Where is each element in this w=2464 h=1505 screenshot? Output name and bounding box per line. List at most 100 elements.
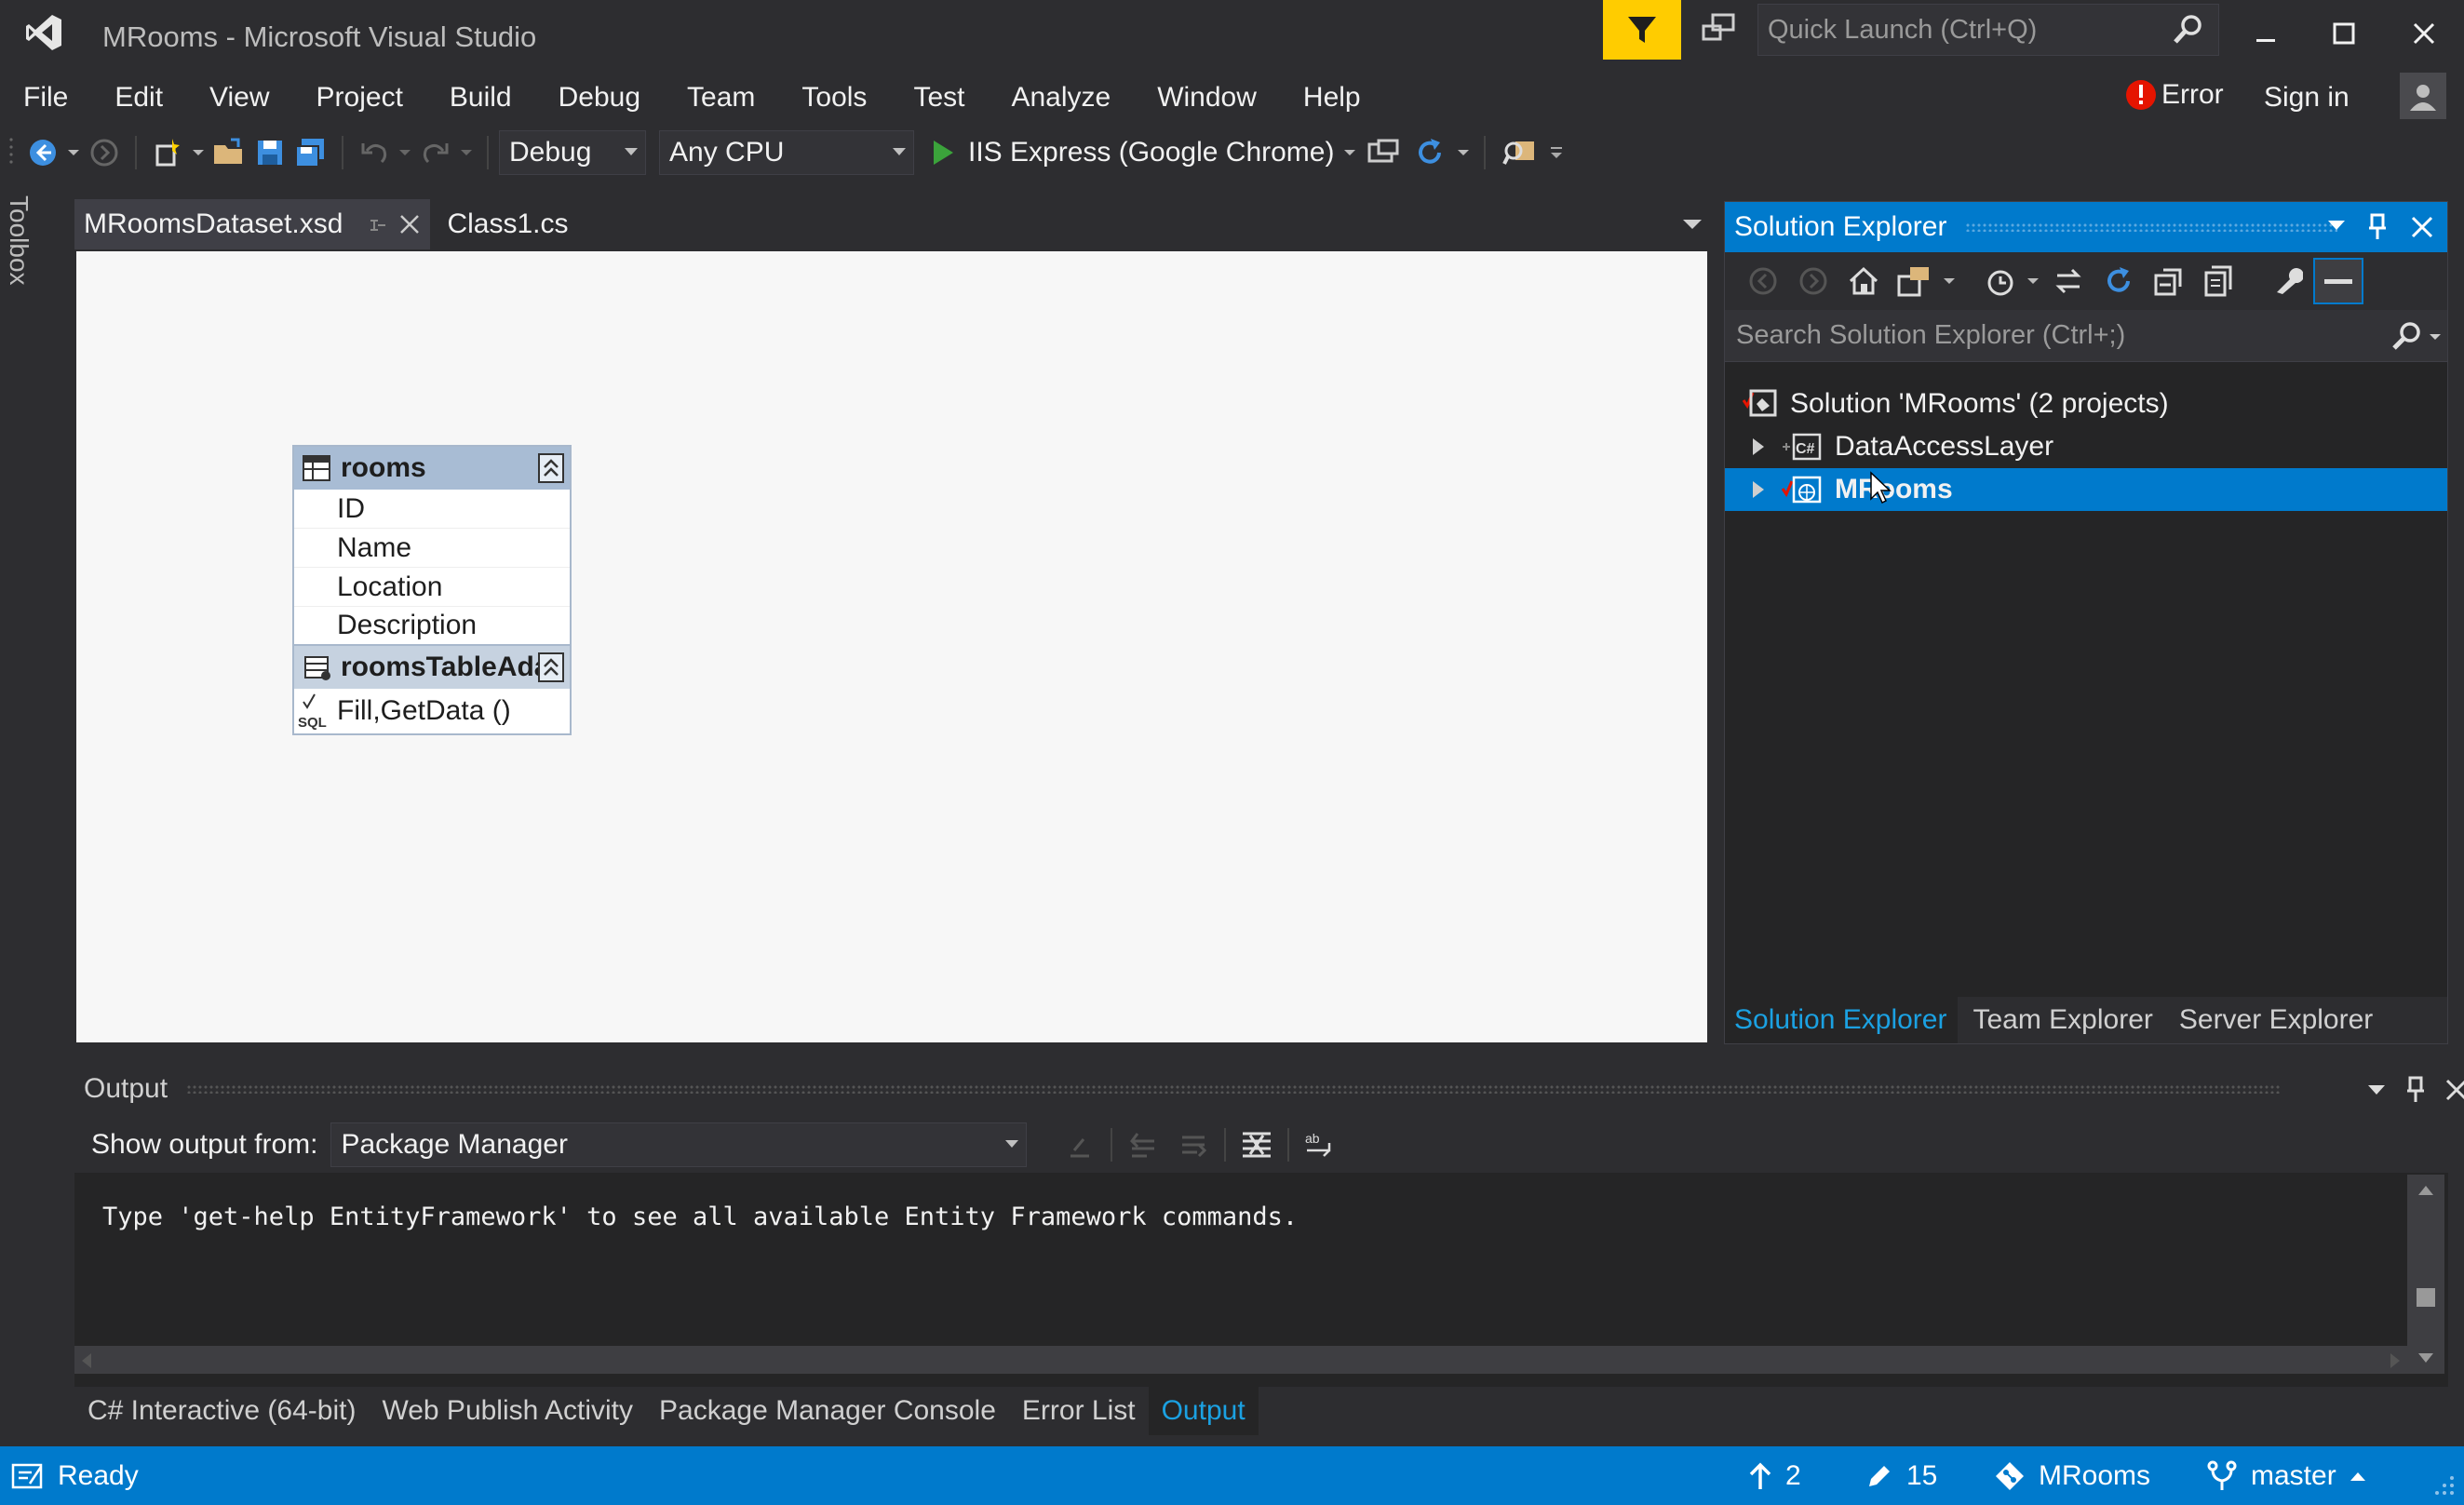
scrollbar-thumb[interactable] <box>2417 1288 2435 1307</box>
run-target-dropdown[interactable] <box>1340 127 1360 179</box>
back-button[interactable] <box>22 127 63 179</box>
solution-configuration-select[interactable]: Debug <box>499 130 646 175</box>
tree-item-solution[interactable]: Solution 'MRooms' (2 projects) <box>1725 383 2447 425</box>
menu-tools[interactable]: Tools <box>778 74 890 121</box>
filter-dropdown[interactable] <box>2023 255 2043 307</box>
account-icon[interactable] <box>2400 73 2446 119</box>
undo-dropdown[interactable] <box>395 127 415 179</box>
datatable-rooms[interactable]: rooms ID Name Location Description rooms… <box>292 445 572 735</box>
notifications-filter-button[interactable] <box>1603 0 1681 60</box>
menu-team[interactable]: Team <box>664 74 778 121</box>
chevron-down-icon[interactable] <box>1683 220 1702 229</box>
close-icon[interactable] <box>2410 215 2434 239</box>
switch-views-dropdown[interactable] <box>1939 255 1959 307</box>
tree-item-dataaccesslayer[interactable]: C# DataAccessLayer <box>1725 425 2447 468</box>
close-icon[interactable] <box>398 213 421 235</box>
toolbox-tab[interactable]: Toolbox <box>4 195 34 286</box>
toolbar-options[interactable] <box>1542 127 1570 179</box>
pin-icon[interactable] <box>2403 1076 2428 1104</box>
show-all-files-button[interactable] <box>2194 255 2244 307</box>
menu-edit[interactable]: Edit <box>91 74 186 121</box>
new-project-button[interactable] <box>147 127 188 179</box>
open-file-button[interactable] <box>209 127 249 179</box>
next-message-button[interactable] <box>1168 1119 1219 1171</box>
pin-icon[interactable] <box>365 213 387 235</box>
tab-server-explorer[interactable]: Server Explorer <box>2164 997 2384 1043</box>
pending-changes[interactable]: 15 <box>1865 1446 1937 1505</box>
switch-views-button[interactable] <box>1889 255 1939 307</box>
solution-platform-select[interactable]: Any CPU <box>659 130 914 175</box>
previous-message-button[interactable] <box>1118 1119 1168 1171</box>
new-project-dropdown[interactable] <box>188 127 209 179</box>
sync-with-document-button[interactable] <box>2043 255 2094 307</box>
close-window-button[interactable] <box>2396 13 2452 54</box>
menu-build[interactable]: Build <box>426 74 535 121</box>
se-back-button[interactable] <box>1738 255 1788 307</box>
menu-debug[interactable]: Debug <box>535 74 664 121</box>
output-horizontal-scrollbar[interactable] <box>74 1346 2407 1374</box>
tab-csharp-interactive[interactable]: C# Interactive (64-bit) <box>74 1387 369 1435</box>
start-debugging-button[interactable]: IIS Express (Google Chrome) <box>925 127 1340 179</box>
maximize-button[interactable] <box>2316 13 2372 54</box>
output-vertical-scrollbar[interactable] <box>2407 1175 2444 1374</box>
menu-file[interactable]: File <box>0 74 91 121</box>
tableadapter-header[interactable]: roomsTableAda <box>294 646 570 689</box>
unpushed-commits[interactable]: 2 <box>1748 1446 1801 1505</box>
save-button[interactable] <box>249 127 290 179</box>
menu-help[interactable]: Help <box>1280 74 1384 121</box>
close-icon[interactable] <box>2444 1078 2464 1102</box>
browser-link-button[interactable] <box>1360 127 1407 179</box>
datatable-column[interactable]: ID <box>294 490 570 529</box>
tab-solution-explorer[interactable]: Solution Explorer <box>1725 997 1959 1043</box>
tree-item-mrooms[interactable]: MRooms <box>1725 468 2447 511</box>
toggle-word-wrap-button[interactable]: ab <box>1295 1119 1345 1171</box>
expand-arrow-icon[interactable] <box>1753 481 1764 498</box>
find-message-in-code-button[interactable] <box>1055 1119 1105 1171</box>
resize-grip-icon[interactable] <box>2433 1474 2456 1497</box>
quick-launch-input[interactable]: Quick Launch (Ctrl+Q) <box>1757 4 2219 56</box>
collapse-button[interactable] <box>538 652 564 682</box>
menu-view[interactable]: View <box>186 74 292 121</box>
menu-test[interactable]: Test <box>890 74 988 121</box>
pin-icon[interactable] <box>2365 213 2390 241</box>
solution-explorer-search-input[interactable]: Search Solution Explorer (Ctrl+;) <box>1725 310 2447 362</box>
preview-selected-items-button[interactable] <box>2313 258 2363 304</box>
refresh-browser-button[interactable] <box>1407 127 1453 179</box>
tab-mroomsdataset-xsd[interactable]: MRoomsDataset.xsd <box>74 199 431 249</box>
error-indicator[interactable]: Error <box>2124 78 2224 112</box>
home-button[interactable] <box>1838 255 1889 307</box>
sign-in-link[interactable]: Sign in <box>2264 82 2350 114</box>
find-in-files-button[interactable] <box>1496 127 1542 179</box>
minimize-button[interactable] <box>2238 13 2294 54</box>
back-dropdown[interactable] <box>63 127 84 179</box>
datatable-column[interactable]: Location <box>294 568 570 607</box>
datatable-column[interactable]: Description <box>294 607 570 646</box>
properties-button[interactable] <box>2263 255 2313 307</box>
tableadapter-query[interactable]: SQL Fill,GetData () <box>294 689 570 733</box>
menu-analyze[interactable]: Analyze <box>988 74 1134 121</box>
tab-team-explorer[interactable]: Team Explorer <box>1958 997 2163 1043</box>
tab-web-publish-activity[interactable]: Web Publish Activity <box>369 1387 646 1435</box>
branch-selector[interactable]: master <box>2206 1446 2366 1505</box>
toolbar-grip[interactable] <box>0 127 22 179</box>
collapse-button[interactable] <box>538 453 564 483</box>
repository-selector[interactable]: MRooms <box>1994 1446 2150 1505</box>
tab-package-manager-console[interactable]: Package Manager Console <box>646 1387 1009 1435</box>
datatable-column[interactable]: Name <box>294 529 570 568</box>
save-all-button[interactable] <box>290 127 331 179</box>
undo-button[interactable] <box>354 127 395 179</box>
tab-error-list[interactable]: Error List <box>1009 1387 1149 1435</box>
se-forward-button[interactable] <box>1788 255 1838 307</box>
menu-project[interactable]: Project <box>293 74 426 121</box>
chevron-down-icon[interactable] <box>2429 332 2442 342</box>
redo-dropdown[interactable] <box>456 127 477 179</box>
redo-button[interactable] <box>415 127 456 179</box>
chevron-down-icon[interactable] <box>2368 1085 2385 1095</box>
clear-all-button[interactable] <box>1232 1119 1282 1171</box>
chevron-down-icon[interactable] <box>2328 221 2345 230</box>
feedback-icon[interactable] <box>1700 11 1737 48</box>
output-source-select[interactable]: Package Manager <box>330 1122 1028 1167</box>
collapse-all-button[interactable] <box>2144 255 2194 307</box>
refresh-dropdown[interactable] <box>1453 127 1474 179</box>
menu-window[interactable]: Window <box>1134 74 1280 121</box>
